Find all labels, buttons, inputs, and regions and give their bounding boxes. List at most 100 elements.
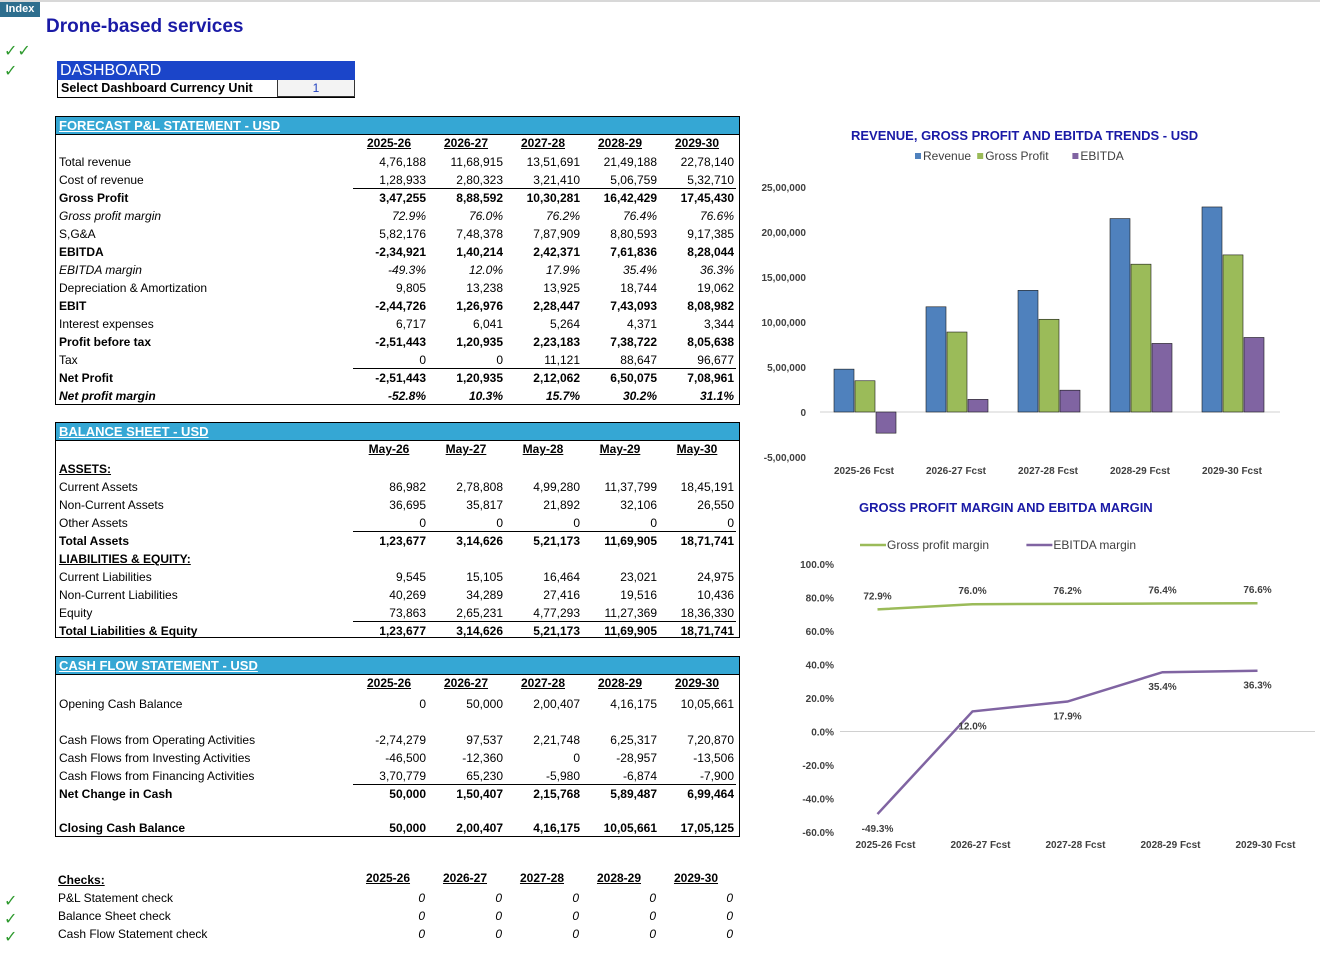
cell-value[interactable]: 8,05,638 (660, 335, 734, 349)
cell-value[interactable]: 10,30,281 (506, 191, 580, 205)
cell-value[interactable]: 3,21,410 (506, 173, 580, 187)
cell-value[interactable]: 21,892 (506, 498, 580, 512)
cell-value[interactable]: 2,65,231 (429, 606, 503, 620)
cell-value[interactable]: 97,537 (429, 733, 503, 747)
cell-value[interactable]: 0 (352, 353, 426, 367)
cell-value[interactable]: 4,16,175 (506, 821, 580, 835)
cell-value[interactable]: 3,14,626 (429, 534, 503, 548)
cell-value[interactable]: 10,05,661 (583, 821, 657, 835)
cell-value[interactable]: 96,677 (660, 353, 734, 367)
cell-value[interactable]: 11,69,905 (583, 624, 657, 638)
cell-value[interactable]: 0 (505, 891, 579, 905)
cell-value[interactable]: -2,51,443 (352, 335, 426, 349)
cell-value[interactable]: 18,36,330 (660, 606, 734, 620)
cell-value[interactable]: 11,69,905 (583, 534, 657, 548)
cell-value[interactable]: 27,416 (506, 588, 580, 602)
cell-value[interactable]: 7,08,961 (660, 371, 734, 385)
cell-value[interactable]: -5,980 (506, 769, 580, 783)
cell-value[interactable]: -7,900 (660, 769, 734, 783)
cell-value[interactable]: 7,43,093 (583, 299, 657, 313)
cell-value[interactable]: 7,38,722 (583, 335, 657, 349)
cell-value[interactable]: 5,89,487 (583, 787, 657, 801)
cell-value[interactable]: 0 (428, 891, 502, 905)
cell-value[interactable]: 0 (659, 927, 733, 941)
cell-value[interactable]: 3,14,626 (429, 624, 503, 638)
cell-value[interactable]: 4,99,280 (506, 480, 580, 494)
cell-value[interactable]: 88,647 (583, 353, 657, 367)
cell-value[interactable]: 10.3% (429, 389, 503, 403)
cell-value[interactable]: 17,45,430 (660, 191, 734, 205)
cell-value[interactable]: 0 (505, 927, 579, 941)
cell-value[interactable]: 6,99,464 (660, 787, 734, 801)
cell-value[interactable]: 8,80,593 (583, 227, 657, 241)
cell-value[interactable]: -2,44,726 (352, 299, 426, 313)
cell-value[interactable]: 2,80,323 (429, 173, 503, 187)
cell-value[interactable]: 9,545 (352, 570, 426, 584)
cell-value[interactable]: 0 (582, 909, 656, 923)
cell-value[interactable]: 30.2% (583, 389, 657, 403)
cell-value[interactable]: 2,12,062 (506, 371, 580, 385)
cell-value[interactable]: 50,000 (352, 821, 426, 835)
cell-value[interactable]: 0 (351, 927, 425, 941)
cell-value[interactable]: 19,516 (583, 588, 657, 602)
cell-value[interactable]: 1,23,677 (352, 624, 426, 638)
cell-value[interactable]: 5,264 (506, 317, 580, 331)
cell-value[interactable]: 18,744 (583, 281, 657, 295)
cell-value[interactable]: 0 (505, 909, 579, 923)
cell-value[interactable]: 4,371 (583, 317, 657, 331)
cell-value[interactable]: 0 (351, 891, 425, 905)
cell-value[interactable]: 6,041 (429, 317, 503, 331)
cell-value[interactable]: -49.3% (352, 263, 426, 277)
cell-value[interactable]: 8,08,982 (660, 299, 734, 313)
cell-value[interactable]: 7,61,836 (583, 245, 657, 259)
cell-value[interactable]: 0 (582, 927, 656, 941)
cell-value[interactable]: 9,17,385 (660, 227, 734, 241)
cell-value[interactable]: 6,717 (352, 317, 426, 331)
currency-unit-input[interactable]: 1 (277, 80, 355, 97)
index-button[interactable]: Index (0, 2, 40, 17)
cell-value[interactable]: 1,40,214 (429, 245, 503, 259)
cell-value[interactable]: 6,25,317 (583, 733, 657, 747)
cell-value[interactable]: 0 (506, 751, 580, 765)
cell-value[interactable]: 1,50,407 (429, 787, 503, 801)
cell-value[interactable]: 8,28,044 (660, 245, 734, 259)
cell-value[interactable]: 0 (352, 697, 426, 711)
cell-value[interactable]: 35.4% (583, 263, 657, 277)
cell-value[interactable]: 76.0% (429, 209, 503, 223)
cell-value[interactable]: 36,695 (352, 498, 426, 512)
cell-value[interactable]: 5,82,176 (352, 227, 426, 241)
cell-value[interactable]: 50,000 (429, 697, 503, 711)
cell-value[interactable]: -2,74,279 (352, 733, 426, 747)
cell-value[interactable]: 0 (660, 516, 734, 530)
cell-value[interactable]: -52.8% (352, 389, 426, 403)
cell-value[interactable]: 26,550 (660, 498, 734, 512)
cell-value[interactable]: 72.9% (352, 209, 426, 223)
cell-value[interactable]: 2,00,407 (429, 821, 503, 835)
cell-value[interactable]: 7,87,909 (506, 227, 580, 241)
cell-value[interactable]: 34,289 (429, 588, 503, 602)
cell-value[interactable]: 0 (428, 909, 502, 923)
cell-value[interactable]: 2,78,808 (429, 480, 503, 494)
cell-value[interactable]: 1,20,935 (429, 371, 503, 385)
cell-value[interactable]: 9,805 (352, 281, 426, 295)
cell-value[interactable]: 18,45,191 (660, 480, 734, 494)
cell-value[interactable]: 5,32,710 (660, 173, 734, 187)
cell-value[interactable]: 0 (352, 516, 426, 530)
cell-value[interactable]: 36.3% (660, 263, 734, 277)
cell-value[interactable]: 2,23,183 (506, 335, 580, 349)
cell-value[interactable]: 2,28,447 (506, 299, 580, 313)
cell-value[interactable]: 40,269 (352, 588, 426, 602)
cell-value[interactable]: 10,05,661 (660, 697, 734, 711)
cell-value[interactable]: 7,20,870 (660, 733, 734, 747)
cell-value[interactable]: 1,26,976 (429, 299, 503, 313)
cell-value[interactable]: 4,76,188 (352, 155, 426, 169)
cell-value[interactable]: -46,500 (352, 751, 426, 765)
cell-value[interactable]: 3,70,779 (352, 769, 426, 783)
cell-value[interactable]: -6,874 (583, 769, 657, 783)
cell-value[interactable]: -12,360 (429, 751, 503, 765)
cell-value[interactable]: 0 (659, 909, 733, 923)
cell-value[interactable]: 32,106 (583, 498, 657, 512)
cell-value[interactable]: 50,000 (352, 787, 426, 801)
cell-value[interactable]: 13,925 (506, 281, 580, 295)
cell-value[interactable]: 15,105 (429, 570, 503, 584)
